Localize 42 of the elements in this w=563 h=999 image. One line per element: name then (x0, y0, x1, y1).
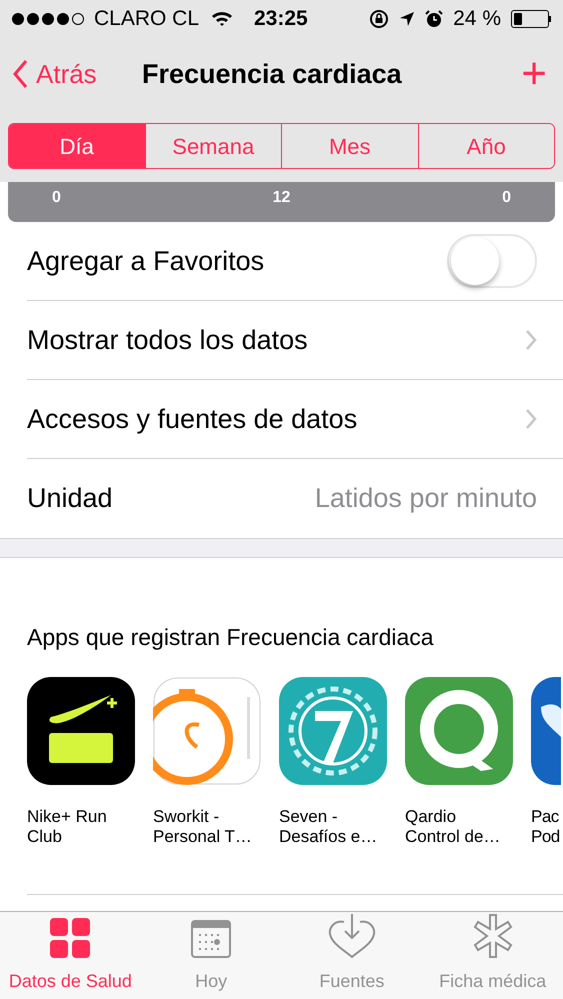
tab-bar-item[interactable]: Datos de Salud (0, 912, 141, 999)
app-icon[interactable] (27, 677, 135, 785)
calendar-icon (191, 920, 232, 958)
list-row[interactable]: Mostrar todos los datos (27, 301, 563, 380)
row-label: Mostrar todos los datos (27, 324, 308, 357)
axis-label: 0 (52, 188, 61, 208)
axis-label: 0 (502, 188, 511, 208)
medical-asterisk-icon (470, 914, 515, 958)
add-button[interactable]: + (521, 52, 547, 96)
row-label: Agregar a Favoritos (27, 244, 264, 278)
tab-bar-item[interactable]: Fuentes (282, 912, 422, 999)
chevron-right-icon (525, 329, 537, 351)
app-name: Qardio Control de… (405, 807, 502, 847)
app-name: Pac Pod (531, 807, 561, 847)
list-row[interactable]: Accesos y fuentes de datos (27, 380, 563, 459)
wifi-icon (211, 11, 234, 27)
battery-icon (511, 10, 551, 28)
tab-bar-item[interactable]: Hoy (140, 912, 282, 999)
segment-tab[interactable]: Día (9, 124, 144, 168)
row-value: Latidos por minuto (314, 482, 537, 516)
heart-download-icon (328, 914, 376, 958)
chevron-right-icon (525, 408, 537, 430)
row-label: Accesos y fuentes de datos (27, 402, 358, 436)
clock-time: 23:25 (254, 6, 308, 32)
battery-percentage: 24 % (453, 6, 501, 32)
chevron-left-icon (12, 59, 28, 89)
grid-icon (50, 918, 90, 958)
section-heading: Apps que registran Frecuencia cardiaca (27, 622, 435, 652)
segment-tab[interactable]: Año (418, 124, 554, 168)
app-name: Sworkit - Personal T… (153, 807, 253, 847)
row-label: Unidad (27, 482, 113, 516)
nav-title: Frecuencia cardiaca (142, 58, 402, 91)
location-arrow-icon (399, 11, 416, 27)
back-button[interactable]: Atrás (12, 54, 97, 94)
app-name: Seven - Desafíos e… (279, 807, 378, 847)
carrier-name: CLARO CL (94, 6, 200, 32)
alarm-clock-icon (425, 10, 444, 28)
axis-label: 12 (272, 188, 290, 208)
tab-bar-item[interactable]: Ficha médica (422, 912, 563, 999)
app-name: Nike+ Run Club (27, 807, 108, 847)
favorite-toggle[interactable] (447, 234, 537, 288)
rotation-lock-icon (369, 9, 390, 29)
